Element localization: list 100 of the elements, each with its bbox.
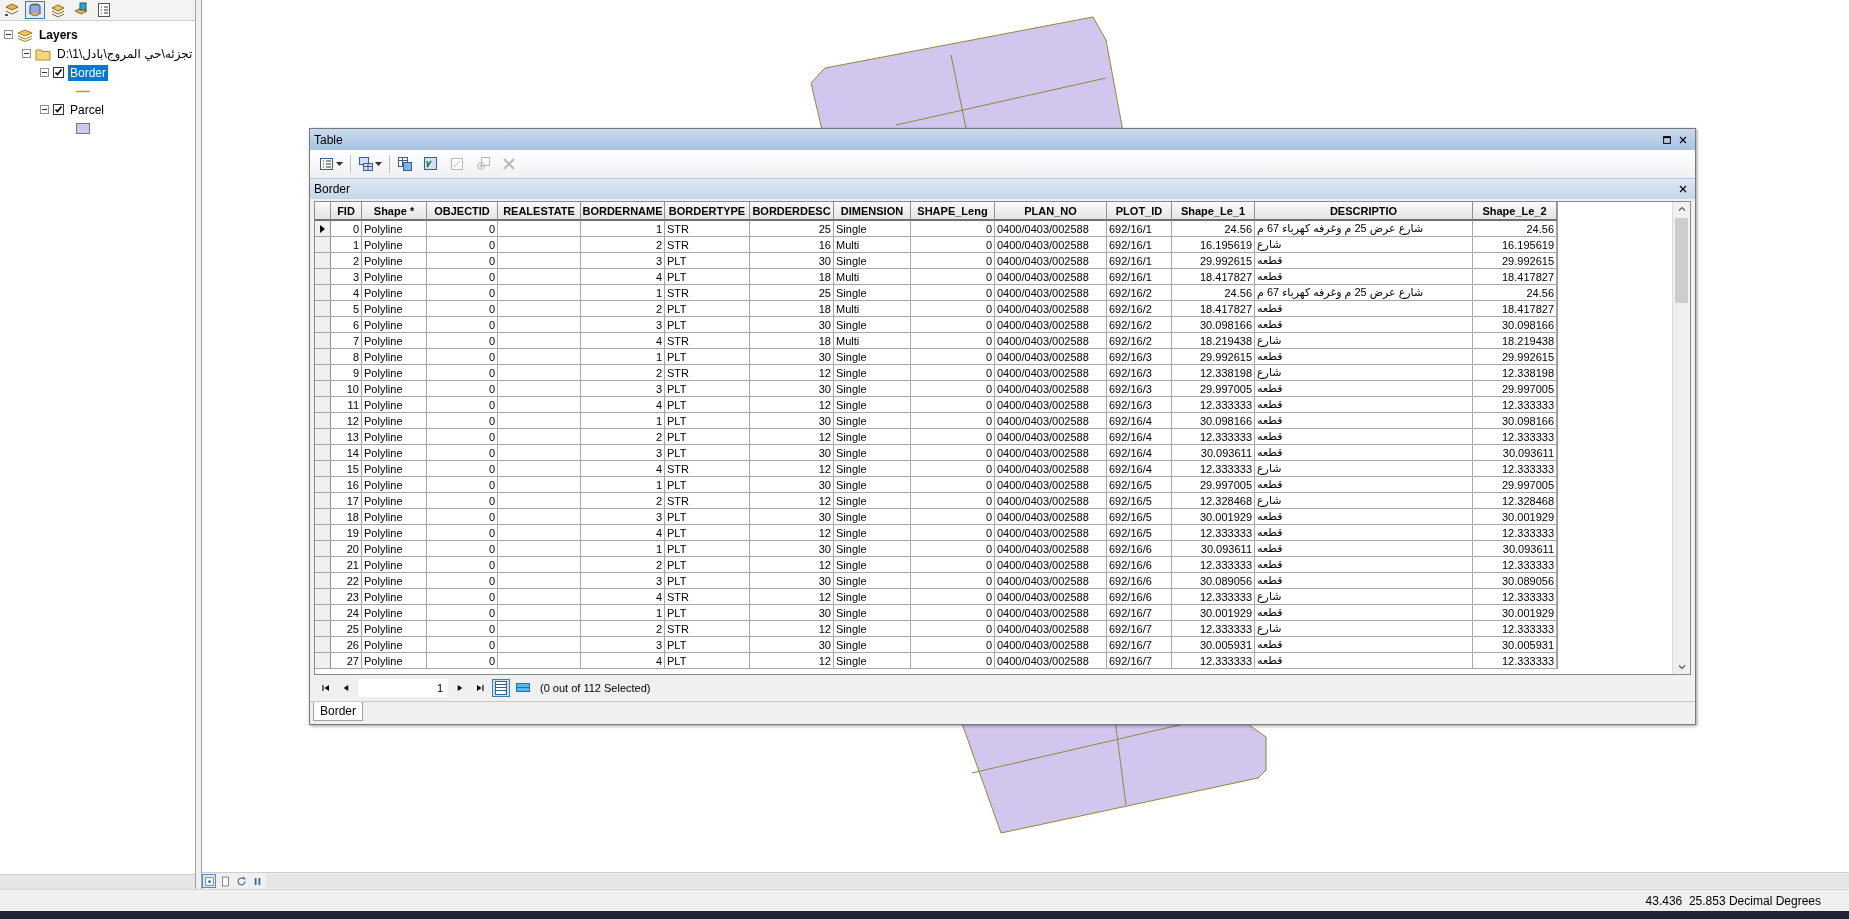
column-header[interactable]: BORDERNAME bbox=[581, 202, 665, 221]
vertical-scrollbar[interactable] bbox=[1672, 202, 1690, 674]
table-cell: Polyline bbox=[362, 557, 427, 573]
table-cell: Polyline bbox=[362, 461, 427, 477]
record-number-field[interactable]: 1 bbox=[358, 679, 448, 697]
table-cell: قطعه bbox=[1255, 349, 1473, 365]
refresh-icon bbox=[235, 875, 247, 887]
selection-count: (0 out of 112 Selected) bbox=[540, 682, 651, 694]
column-header[interactable]: DIMENSION bbox=[834, 202, 911, 221]
table-cell: قطعه bbox=[1255, 253, 1473, 269]
table-cell: 4 bbox=[581, 461, 665, 477]
table-cell: Polyline bbox=[362, 317, 427, 333]
table-rows-icon bbox=[493, 680, 509, 696]
column-header[interactable]: PLAN_NO bbox=[995, 202, 1107, 221]
table-cell: 2 bbox=[581, 621, 665, 637]
table-cell: 29.997005 bbox=[1172, 477, 1255, 493]
table-cell: 1 bbox=[581, 541, 665, 557]
table-cell: 27 bbox=[331, 653, 362, 669]
table-cell: 10 bbox=[331, 381, 362, 397]
checkbox[interactable] bbox=[53, 104, 64, 115]
scrollbar-thumb[interactable] bbox=[1675, 218, 1688, 303]
collapse-icon[interactable] bbox=[22, 49, 31, 58]
column-header[interactable]: BORDERDESC bbox=[750, 202, 834, 221]
column-header[interactable]: Shape_Le_1 bbox=[1172, 202, 1255, 221]
table-cell: 0 bbox=[427, 637, 498, 653]
horizontal-scrollbar[interactable] bbox=[0, 874, 195, 889]
table-cell: Polyline bbox=[362, 397, 427, 413]
column-header[interactable]: OBJECTID bbox=[427, 202, 498, 221]
collapse-icon[interactable] bbox=[40, 105, 49, 114]
checkbox[interactable] bbox=[53, 67, 64, 78]
layer-name[interactable]: Parcel bbox=[68, 101, 106, 118]
table-cell: 0 bbox=[911, 253, 995, 269]
column-header[interactable]: BORDERTYPE bbox=[665, 202, 750, 221]
table-cell: 0400/0403/002588 bbox=[995, 285, 1107, 301]
table-cell: 29.997005 bbox=[1172, 381, 1255, 397]
table-cell: 692/16/3 bbox=[1107, 397, 1172, 413]
table-cell: 16.195619 bbox=[1172, 237, 1255, 253]
horizontal-scrollbar[interactable] bbox=[266, 874, 1849, 888]
table-cell: 0400/0403/002588 bbox=[995, 333, 1107, 349]
table-cell: 30 bbox=[750, 477, 834, 493]
refresh-button[interactable] bbox=[234, 874, 248, 888]
table-cell: 692/16/7 bbox=[1107, 653, 1172, 669]
column-header[interactable]: Shape_Le_2 bbox=[1473, 202, 1557, 221]
table-cell: 0400/0403/002588 bbox=[995, 509, 1107, 525]
data-frame-label[interactable]: Layers bbox=[37, 26, 80, 43]
table-cell: 0400/0403/002588 bbox=[995, 381, 1107, 397]
folder-path[interactable]: D:\1\تجزئه\حي المروج\بادل bbox=[55, 45, 195, 62]
table-cell: قطعه bbox=[1255, 541, 1473, 557]
table-cell: 692/16/3 bbox=[1107, 381, 1172, 397]
table-cell: 692/16/5 bbox=[1107, 493, 1172, 509]
row-selector[interactable] bbox=[315, 221, 331, 237]
table-cell: 0 bbox=[911, 285, 995, 301]
table-cell: 12.333333 bbox=[1172, 557, 1255, 573]
table-cell: PLT bbox=[665, 429, 750, 445]
table-cell: 0400/0403/002588 bbox=[995, 589, 1107, 605]
column-header[interactable]: SHAPE_Leng bbox=[911, 202, 995, 221]
table-cell: 16.195619 bbox=[1473, 237, 1557, 253]
show-all-records-button[interactable] bbox=[492, 679, 510, 697]
table-cell: Single bbox=[834, 413, 911, 429]
table-cell: قطعه bbox=[1255, 605, 1473, 621]
column-header[interactable]: REALESTATE bbox=[498, 202, 581, 221]
data-view-button[interactable] bbox=[202, 874, 216, 888]
table-cell: شارع bbox=[1255, 621, 1473, 637]
table-cell: 0 bbox=[427, 413, 498, 429]
table-cell: 30 bbox=[750, 445, 834, 461]
collapse-icon[interactable] bbox=[40, 68, 49, 77]
table-tab[interactable]: Border bbox=[313, 702, 364, 721]
collapse-icon[interactable] bbox=[4, 30, 13, 39]
table-cell: 0 bbox=[911, 493, 995, 509]
column-header[interactable]: Shape * bbox=[362, 202, 427, 221]
table-cell: 0 bbox=[911, 365, 995, 381]
toc-tool-button[interactable] bbox=[25, 1, 45, 19]
column-header[interactable]: DESCRIPTIO bbox=[1255, 202, 1473, 221]
table-cell: 30.098166 bbox=[1473, 317, 1557, 333]
table-cell: Single bbox=[834, 253, 911, 269]
table-cell: Single bbox=[834, 445, 911, 461]
table-cell: 0 bbox=[427, 237, 498, 253]
table-cell: 18 bbox=[750, 333, 834, 349]
layer-name[interactable]: Border bbox=[68, 64, 109, 81]
table-cell: 0400/0403/002588 bbox=[995, 621, 1107, 637]
table-cell: 18.219438 bbox=[1172, 333, 1255, 349]
table-cell: 0 bbox=[911, 525, 995, 541]
table-cell: 1 bbox=[581, 605, 665, 621]
table-cell: Multi bbox=[834, 301, 911, 317]
table-cell: 692/16/2 bbox=[1107, 333, 1172, 349]
table-cell: 2 bbox=[331, 253, 362, 269]
table-cell: 0 bbox=[911, 429, 995, 445]
line-symbol-icon bbox=[76, 89, 90, 93]
table-cell: 29.992615 bbox=[1172, 349, 1255, 365]
column-header[interactable]: FID bbox=[331, 202, 362, 221]
table-cell: PLT bbox=[665, 605, 750, 621]
table-cell: 0 bbox=[911, 637, 995, 653]
database-icon bbox=[27, 2, 43, 18]
table-cell: 0 bbox=[911, 237, 995, 253]
table-cell: 0400/0403/002588 bbox=[995, 477, 1107, 493]
table-cell: Single bbox=[834, 285, 911, 301]
table-cell: 692/16/7 bbox=[1107, 605, 1172, 621]
table-cell: 0 bbox=[427, 461, 498, 477]
table-cell: 0 bbox=[427, 269, 498, 285]
column-header[interactable]: PLOT_ID bbox=[1107, 202, 1172, 221]
